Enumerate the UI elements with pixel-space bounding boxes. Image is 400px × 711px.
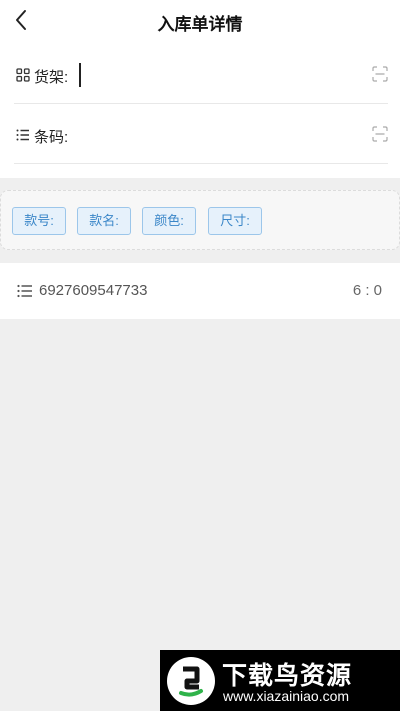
list-icon <box>16 129 29 141</box>
grid-icon <box>16 68 30 82</box>
item-count: 6 : 0 <box>352 282 382 299</box>
item-barcode: 6927609547733 <box>39 282 148 299</box>
color-tag: 颜色: <box>142 207 196 235</box>
product-info-card: 款号: 款名: 颜色: 尺寸: <box>0 190 400 250</box>
style-number-tag: 款号: <box>12 207 66 235</box>
bird-logo-icon <box>167 657 215 705</box>
scan-icon[interactable] <box>372 126 388 142</box>
list-icon <box>17 284 32 298</box>
shelf-row: 货架: <box>14 44 388 104</box>
style-name-tag: 款名: <box>77 207 131 235</box>
watermark: 下载鸟资源 www.xiazainiao.com <box>160 650 400 711</box>
scan-form: 货架: 条码: <box>0 42 400 178</box>
text-cursor <box>79 63 81 87</box>
watermark-title: 下载鸟资源 <box>222 662 353 690</box>
shelf-label: 货架: <box>34 69 69 86</box>
barcode-label: 条码: <box>34 129 69 146</box>
barcode-input[interactable] <box>78 120 358 148</box>
size-tag: 尺寸: <box>208 207 262 235</box>
barcode-row: 条码: <box>14 104 388 164</box>
watermark-url: www.xiazainiao.com <box>223 688 350 704</box>
shelf-input[interactable] <box>78 60 358 88</box>
list-item[interactable]: 6927609547733 6 : 0 <box>0 263 400 319</box>
page-title: 入库单详情 <box>157 15 243 34</box>
scan-icon[interactable] <box>372 66 388 82</box>
nav-bar: 入库单详情 <box>0 0 400 42</box>
